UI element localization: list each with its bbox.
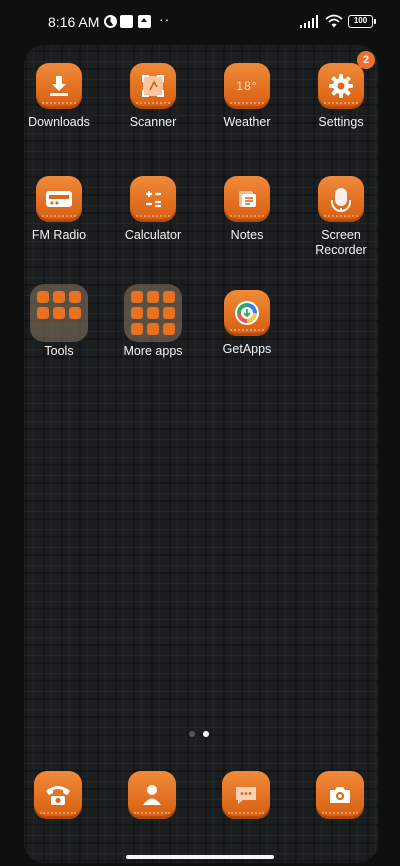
app-label: Notes (230, 228, 264, 242)
app-label: FM Radio (31, 228, 87, 242)
contacts-icon[interactable] (128, 771, 176, 819)
page-dot[interactable] (189, 731, 195, 737)
dock-messaging[interactable] (200, 771, 292, 819)
dock-phone[interactable] (24, 771, 104, 819)
dock-camera[interactable] (294, 771, 378, 819)
data-saver-icon (104, 15, 117, 28)
upload-icon (138, 15, 151, 28)
app-calculator[interactable]: Calculator (107, 176, 199, 243)
app-downloads[interactable]: Downloads (24, 63, 105, 130)
folder-icon[interactable] (30, 284, 88, 342)
notification-square-icon (120, 15, 133, 28)
home-indicator[interactable] (126, 855, 274, 859)
home-screen: 2 Downloads Scanner 18° Weather Settings… (24, 45, 378, 863)
app-label: Weather (223, 115, 271, 129)
app-label: GetApps (222, 342, 272, 356)
message-icon[interactable] (222, 771, 270, 819)
app-scanner[interactable]: Scanner (107, 63, 199, 130)
page-dot-active[interactable] (203, 731, 209, 737)
folder-more-apps[interactable]: More apps (107, 284, 199, 359)
radio-icon[interactable] (36, 176, 82, 222)
app-screen-recorder[interactable]: Screen Recorder (295, 176, 378, 258)
download-icon[interactable] (36, 63, 82, 109)
folder-tools[interactable]: Tools (24, 284, 105, 359)
calculator-icon[interactable] (130, 176, 176, 222)
battery-icon: 100 (348, 15, 376, 28)
more-notifications-icon: ·· (159, 11, 171, 27)
phone-icon[interactable] (34, 771, 82, 819)
gear-icon[interactable] (318, 63, 364, 109)
app-label: Tools (44, 344, 74, 358)
app-fm-radio[interactable]: FM Radio (24, 176, 105, 243)
clock: 8:16 AM (48, 14, 100, 30)
app-getapps[interactable]: GetApps (201, 290, 293, 357)
camera-icon[interactable] (316, 771, 364, 819)
app-label: Settings (318, 115, 364, 129)
notes-icon[interactable] (224, 176, 270, 222)
app-notes[interactable]: Notes (201, 176, 293, 243)
app-weather[interactable]: 18° Weather (201, 63, 293, 130)
scanner-icon[interactable] (130, 63, 176, 109)
app-label: Scanner (129, 115, 177, 129)
wifi-icon (325, 14, 343, 28)
signal-icon (300, 15, 320, 28)
screen-recorder-icon[interactable] (318, 176, 364, 222)
app-label: Downloads (28, 115, 90, 129)
app-label: More apps (123, 344, 183, 358)
app-label: Calculator (124, 228, 182, 242)
app-label: Screen Recorder (315, 228, 367, 257)
getapps-icon[interactable] (224, 290, 270, 336)
page-indicator (189, 731, 213, 737)
folder-icon[interactable] (124, 284, 182, 342)
status-bar: 8:16 AM ·· 100 (0, 0, 400, 44)
weather-temp: 18° (236, 79, 258, 93)
dock-contacts[interactable] (106, 771, 198, 819)
app-settings[interactable]: Settings (295, 63, 378, 130)
weather-icon[interactable]: 18° (224, 63, 270, 109)
